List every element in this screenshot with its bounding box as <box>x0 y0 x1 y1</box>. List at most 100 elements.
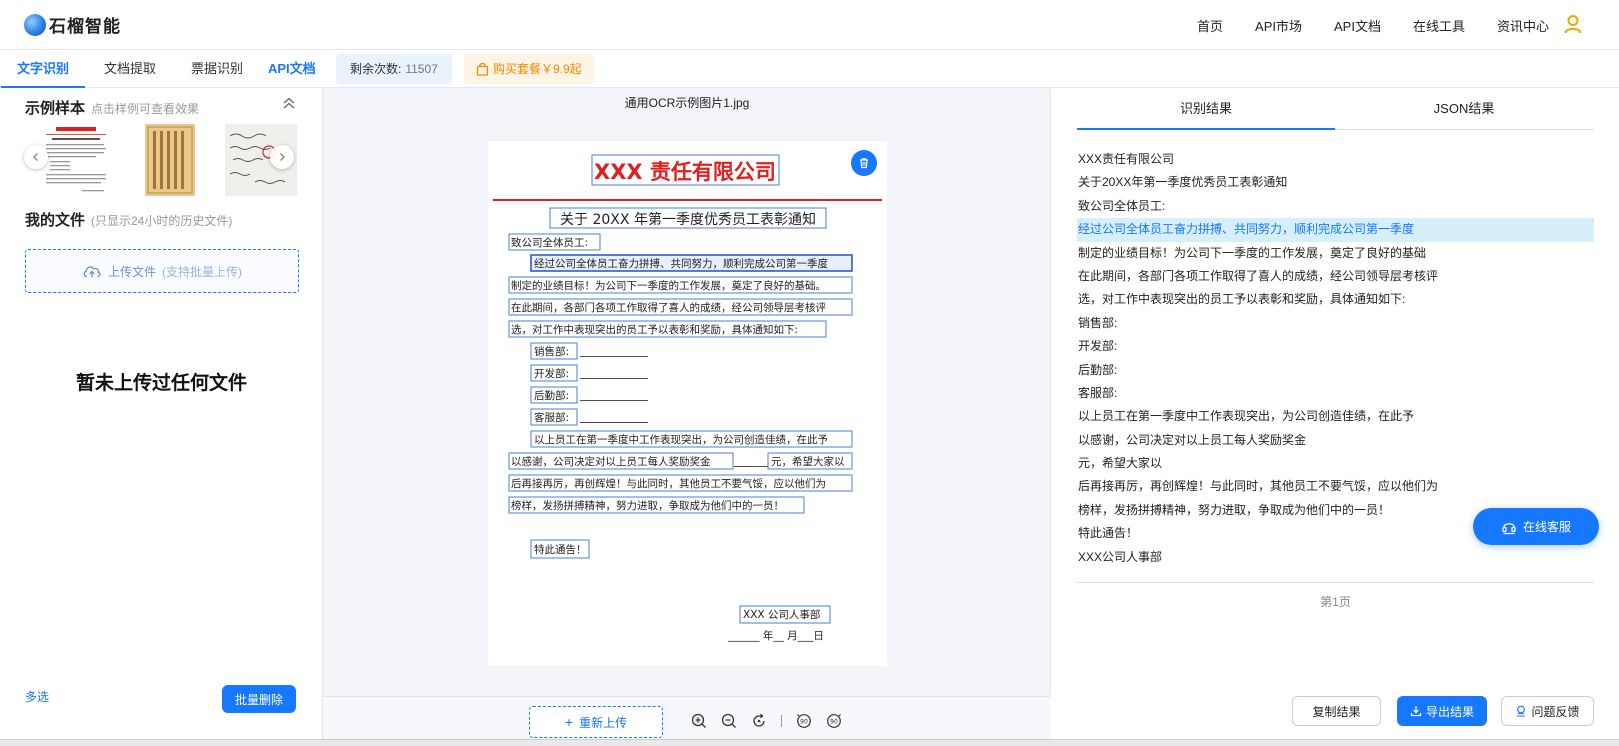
result-line[interactable]: 销售部: <box>1077 312 1594 335</box>
svg-text:90: 90 <box>800 719 808 726</box>
left-panel: 示例样本 点击样例可查看效果 我的文件 (只显示24小时的历史文件) 上传文件 … <box>0 88 323 746</box>
feedback-icon <box>1517 705 1526 717</box>
doc-line-6a: 以感谢，公司决定对以上员工每人奖励奖金 <box>511 455 711 468</box>
remaining-value: 11507 <box>405 62 438 76</box>
result-divider <box>1077 582 1594 583</box>
feedback-label: 问题反馈 <box>1531 704 1580 719</box>
delete-image-button[interactable] <box>851 150 877 176</box>
upload-file-button[interactable]: 上传文件 (支持批量上传) <box>25 249 299 293</box>
sample-carousel <box>25 124 297 196</box>
reupload-label: 重新上传 <box>579 715 628 730</box>
ocr-preview-document: XXX 责任有限公司 关于 20XX 年第一季度优秀员工表彰通知 致公司全体员工… <box>488 141 887 666</box>
tab-doc-extract[interactable]: 文档提取 <box>104 50 156 88</box>
doc-line-3: 在此期间，各部门各项工作取得了喜人的成绩，经公司领导层考核评 <box>511 301 826 314</box>
reset-icon[interactable] <box>751 713 767 729</box>
tab-recognition-result[interactable]: 识别结果 <box>1077 88 1335 129</box>
result-line[interactable]: 后勤部: <box>1077 359 1594 382</box>
result-line[interactable]: 选，对工作中表现突出的员工予以表彰和奖励，具体通知如下: <box>1077 288 1594 311</box>
doc-line-4: 选，对工作中表现突出的员工予以表彰和奖励，具体通知如下: <box>511 323 798 336</box>
doc-line-1: 经过公司全体员工奋力拼搏、共同努力，顺利完成公司第一季度 <box>534 257 828 270</box>
result-line[interactable]: 在此期间，各部门各项工作取得了喜人的成绩，经公司领导层考核评 <box>1077 265 1594 288</box>
feedback-button[interactable]: 问题反馈 <box>1501 696 1594 726</box>
upload-file-label: 上传文件 <box>107 264 156 279</box>
sample-thumbnail-calligraphy[interactable] <box>145 124 195 196</box>
trash-icon <box>860 158 868 169</box>
sample-thumbnail-notice[interactable] <box>42 124 110 196</box>
samples-title: 示例样本 <box>25 100 86 117</box>
copy-result-button[interactable]: 复制结果 <box>1292 696 1381 726</box>
brand-logo[interactable]: 石榴智能 <box>24 12 121 37</box>
online-service-label: 在线客服 <box>1522 520 1571 534</box>
chevron-right-icon <box>280 153 285 161</box>
result-line[interactable]: 致公司全体员工: <box>1077 195 1594 218</box>
remaining-count-badge: 剩余次数: 11507 <box>336 54 452 84</box>
empty-files-message: 暂未上传过任何文件 <box>75 373 247 394</box>
result-line[interactable]: 制定的业绩目标！为公司下一季度的工作发展，奠定了良好的基础 <box>1077 242 1594 265</box>
nav-home[interactable]: 首页 <box>1197 16 1223 35</box>
online-service-button[interactable]: 在线客服 <box>1473 508 1599 545</box>
my-files-title: 我的文件 <box>25 212 86 229</box>
nav-online-tools[interactable]: 在线工具 <box>1413 16 1465 35</box>
window-bottom-edge <box>0 739 1619 746</box>
tab-invoice-recognition[interactable]: 票据识别 <box>191 50 243 88</box>
result-line[interactable]: 客服部: <box>1077 382 1594 405</box>
my-files-header: 我的文件 (只显示24小时的历史文件) <box>25 209 232 230</box>
rotate-right-icon[interactable]: 90 <box>826 713 842 729</box>
collapse-icon[interactable] <box>282 96 296 110</box>
buy-package-button[interactable]: 购买套餐￥9.9起 <box>464 54 594 84</box>
nav-news[interactable]: 资讯中心 <box>1497 16 1549 35</box>
top-header: 石榴智能 首页 API市场 API文档 在线工具 资讯中心 <box>0 0 1619 50</box>
zoom-in-icon[interactable] <box>691 713 707 729</box>
download-icon <box>1410 706 1422 717</box>
svg-text:90: 90 <box>830 719 838 726</box>
tab-active-indicator <box>1077 128 1335 130</box>
preview-tools: 90 90 <box>691 713 842 729</box>
carousel-next-button[interactable] <box>270 145 294 169</box>
doc-line-6b: 元，希望大家以 <box>771 455 845 468</box>
shopping-bag-icon <box>476 62 489 76</box>
tab-api-docs[interactable]: API文档 <box>268 50 316 88</box>
user-icon[interactable] <box>1563 14 1583 34</box>
doc-dept-logistics: 后勤部: <box>534 389 569 402</box>
doc-line-7: 后再接再厉，再创辉煌！与此同时，其他员工不要气馁，应以他们为 <box>511 477 826 490</box>
result-panel: 识别结果 JSON结果 XXX责任有限公司 关于20XX年第一季度优秀员工表彰通… <box>1051 88 1619 746</box>
result-line[interactable]: XXX责任有限公司 <box>1077 148 1594 171</box>
multi-select-link[interactable]: 多选 <box>25 688 49 705</box>
my-files-hint: (只显示24小时的历史文件) <box>91 214 233 228</box>
buy-package-label: 购买套餐￥9.9起 <box>493 62 582 76</box>
page-number: 第1页 <box>1320 595 1351 609</box>
doc-dept-sales: 销售部: <box>534 345 569 358</box>
nav-api-docs[interactable]: API文档 <box>1334 16 1381 35</box>
function-tabs: 文字识别 文档提取 票据识别 API文档 剩余次数: 11507 购买套餐￥9.9… <box>0 50 1619 89</box>
result-line[interactable]: 关于20XX年第一季度优秀员工表彰通知 <box>1077 171 1594 194</box>
doc-line-8: 榜样，发扬拼搏精神，努力进取，争取成为他们中的一员！ <box>511 499 784 512</box>
result-line[interactable]: XXX公司人事部 <box>1077 546 1594 569</box>
result-line[interactable]: 元，希望大家以 <box>1077 452 1594 475</box>
doc-line-5: 以上员工在第一季度中工作表现突出，为公司创造佳绩，在此予 <box>534 433 828 446</box>
preview-filename: 通用OCR示例图片1.jpg <box>624 96 750 110</box>
result-line[interactable]: 后再接再厉，再创辉煌！与此同时，其他员工不要气馁，应以他们为 <box>1077 475 1594 498</box>
tab-text-recognition[interactable]: 文字识别 <box>0 50 86 89</box>
result-line-selected[interactable]: 经过公司全体员工奋力拼搏、共同努力，顺利完成公司第一季度 <box>1077 218 1594 242</box>
doc-dept-service: 客服部: <box>534 411 569 424</box>
plus-icon: + <box>564 714 574 730</box>
export-result-button[interactable]: 导出结果 <box>1397 696 1487 726</box>
copy-result-label: 复制结果 <box>1312 704 1361 719</box>
toolbar-divider <box>781 715 782 727</box>
rotate-left-icon[interactable]: 90 <box>796 713 812 729</box>
nav-api-market[interactable]: API市场 <box>1255 16 1302 35</box>
logo-mark-icon <box>24 13 46 36</box>
result-line[interactable]: 以上员工在第一季度中工作表现突出，为公司创造佳绩，在此予 <box>1077 405 1594 428</box>
tab-json-result[interactable]: JSON结果 <box>1335 88 1593 129</box>
preview-panel: 通用OCR示例图片1.jpg XXX 责任有限公司 关于 20XX 年第一季度优… <box>323 88 1051 746</box>
result-line[interactable]: 以感谢，公司决定对以上员工每人奖励奖金 <box>1077 429 1594 452</box>
result-line[interactable]: 开发部: <box>1077 335 1594 358</box>
batch-delete-button[interactable]: 批量删除 <box>222 685 296 713</box>
doc-dept-dev: 开发部: <box>534 367 569 380</box>
remaining-label: 剩余次数: <box>350 62 402 76</box>
doc-signature-text: XXX 公司人事部 <box>743 608 820 621</box>
doc-title-text: 关于 20XX 年第一季度优秀员工表彰通知 <box>560 211 816 228</box>
carousel-prev-button[interactable] <box>24 145 48 169</box>
reupload-button[interactable]: + 重新上传 <box>529 706 663 738</box>
zoom-out-icon[interactable] <box>721 713 737 729</box>
